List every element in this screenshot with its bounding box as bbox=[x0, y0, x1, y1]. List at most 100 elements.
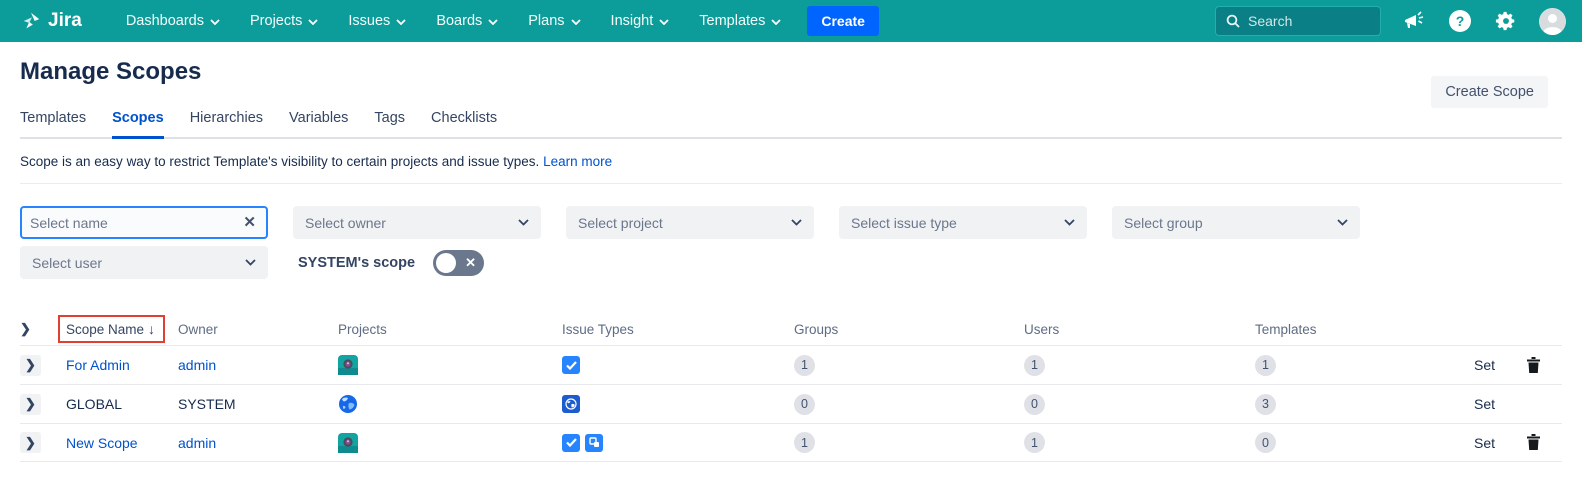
row-expand-chevron[interactable]: ❯ bbox=[20, 394, 41, 415]
announcement-icon[interactable] bbox=[1401, 8, 1427, 34]
column-owner[interactable]: Owner bbox=[178, 322, 338, 337]
tab-tags[interactable]: Tags bbox=[374, 110, 405, 139]
sort-descending-icon: ↓ bbox=[148, 321, 155, 337]
nav-projects[interactable]: Projects bbox=[250, 13, 318, 29]
column-projects: Projects bbox=[338, 322, 562, 337]
scope-description: Scope is an easy way to restrict Templat… bbox=[20, 139, 1562, 184]
jira-logo-icon bbox=[20, 10, 42, 32]
filter-row-2: Select user SYSTEM's scope ✕ bbox=[20, 246, 1562, 279]
owner-text: SYSTEM bbox=[178, 396, 236, 412]
svg-text:?: ? bbox=[1456, 13, 1465, 29]
create-button[interactable]: Create bbox=[807, 6, 879, 36]
toggle-knob bbox=[436, 253, 456, 273]
select-user-dropdown[interactable]: Select user bbox=[20, 246, 268, 279]
set-link[interactable]: Set bbox=[1474, 396, 1495, 412]
chevron-down-icon bbox=[1337, 219, 1348, 226]
tab-variables[interactable]: Variables bbox=[289, 110, 348, 139]
create-scope-button[interactable]: Create Scope bbox=[1431, 76, 1548, 108]
select-issue-type-dropdown[interactable]: Select issue type bbox=[839, 206, 1087, 239]
chevron-down-icon bbox=[659, 19, 669, 25]
tab-scopes[interactable]: Scopes bbox=[112, 110, 164, 139]
owner-link[interactable]: admin bbox=[178, 357, 216, 373]
jira-logo[interactable]: Jira bbox=[20, 10, 82, 32]
delete-trash-icon[interactable] bbox=[1526, 357, 1541, 374]
chevron-down-icon bbox=[245, 259, 256, 266]
system-scope-filter: SYSTEM's scope ✕ bbox=[298, 250, 484, 276]
nav-templates[interactable]: Templates bbox=[699, 13, 781, 29]
clear-icon[interactable]: ✕ bbox=[243, 215, 256, 230]
user-avatar[interactable] bbox=[1539, 8, 1566, 35]
settings-gear-icon[interactable] bbox=[1493, 8, 1519, 34]
chevron-down-icon bbox=[396, 19, 406, 25]
row-expand-chevron[interactable]: ❯ bbox=[20, 432, 41, 453]
globe-project-icon bbox=[338, 394, 358, 414]
top-navigation: Jira Dashboards Projects Issues Boards P… bbox=[0, 0, 1582, 42]
nav-right-group: ? bbox=[1215, 6, 1566, 36]
annotation-highlight-box: Scope Name ↓ bbox=[58, 315, 165, 343]
scope-name-text: GLOBAL bbox=[66, 396, 122, 412]
chevron-down-icon bbox=[771, 19, 781, 25]
select-owner-dropdown[interactable]: Select owner bbox=[293, 206, 541, 239]
scopes-table: ❯ Scope Name ↓ Owner Projects Issue Type… bbox=[20, 313, 1562, 462]
system-scope-label: SYSTEM's scope bbox=[298, 255, 415, 271]
chevron-down-icon bbox=[571, 19, 581, 25]
filter-row-1: ✕ Select owner Select project Select iss… bbox=[20, 206, 1562, 239]
users-count-badge: 0 bbox=[1024, 394, 1045, 415]
delete-trash-icon[interactable] bbox=[1526, 434, 1541, 451]
page-content: Manage Scopes Templates Scopes Hierarchi… bbox=[0, 42, 1582, 462]
column-groups: Groups bbox=[794, 322, 1024, 337]
search-box[interactable] bbox=[1215, 6, 1381, 36]
learn-more-link[interactable]: Learn more bbox=[543, 154, 612, 169]
select-group-dropdown[interactable]: Select group bbox=[1112, 206, 1360, 239]
chevron-down-icon bbox=[791, 219, 802, 226]
global-issue-type-icon bbox=[562, 395, 580, 413]
chevron-down-icon bbox=[1064, 219, 1075, 226]
chevron-down-icon bbox=[210, 19, 220, 25]
templates-count-badge: 1 bbox=[1255, 355, 1276, 376]
chevron-down-icon bbox=[488, 19, 498, 25]
subtask-issue-type-icon bbox=[585, 434, 603, 452]
column-scope-name[interactable]: Scope Name ↓ bbox=[66, 315, 178, 343]
search-input[interactable] bbox=[1248, 13, 1358, 29]
templates-count-badge: 0 bbox=[1255, 432, 1276, 453]
nav-plans[interactable]: Plans bbox=[528, 13, 580, 29]
project-avatar-icon bbox=[338, 355, 358, 375]
set-link[interactable]: Set bbox=[1474, 357, 1495, 373]
expand-all-chevron[interactable]: ❯ bbox=[20, 321, 31, 337]
select-name-input[interactable] bbox=[30, 215, 243, 231]
tab-checklists[interactable]: Checklists bbox=[431, 110, 497, 139]
nav-dashboards[interactable]: Dashboards bbox=[126, 13, 220, 29]
groups-count-badge: 0 bbox=[794, 394, 815, 415]
chevron-down-icon bbox=[308, 19, 318, 25]
table-row: ❯ GLOBAL SYSTEM 0 0 3 Set bbox=[20, 384, 1562, 423]
users-count-badge: 1 bbox=[1024, 432, 1045, 453]
nav-insight[interactable]: Insight bbox=[611, 13, 670, 29]
help-icon[interactable]: ? bbox=[1447, 8, 1473, 34]
task-issue-type-icon bbox=[562, 356, 580, 374]
table-row: ❯ For Admin admin 1 1 1 Set bbox=[20, 345, 1562, 384]
page-title: Manage Scopes bbox=[20, 58, 1562, 86]
jira-logo-text: Jira bbox=[48, 10, 82, 32]
owner-link[interactable]: admin bbox=[178, 435, 216, 451]
column-issue-types: Issue Types bbox=[562, 322, 794, 337]
system-scope-toggle[interactable]: ✕ bbox=[433, 250, 484, 276]
select-project-dropdown[interactable]: Select project bbox=[566, 206, 814, 239]
table-header-row: ❯ Scope Name ↓ Owner Projects Issue Type… bbox=[20, 313, 1562, 345]
scope-name-link[interactable]: For Admin bbox=[66, 357, 130, 373]
chevron-down-icon bbox=[518, 219, 529, 226]
scope-name-link[interactable]: New Scope bbox=[66, 435, 138, 451]
main-menu: Dashboards Projects Issues Boards Plans … bbox=[126, 13, 782, 29]
tab-templates[interactable]: Templates bbox=[20, 110, 86, 139]
column-users: Users bbox=[1024, 322, 1255, 337]
select-name-field: ✕ bbox=[20, 206, 268, 239]
groups-count-badge: 1 bbox=[794, 432, 815, 453]
nav-issues[interactable]: Issues bbox=[348, 13, 406, 29]
set-link[interactable]: Set bbox=[1474, 435, 1495, 451]
tab-hierarchies[interactable]: Hierarchies bbox=[190, 110, 263, 139]
groups-count-badge: 1 bbox=[794, 355, 815, 376]
nav-boards[interactable]: Boards bbox=[436, 13, 498, 29]
search-icon bbox=[1226, 14, 1240, 28]
tabs-bar: Templates Scopes Hierarchies Variables T… bbox=[20, 110, 1562, 139]
row-expand-chevron[interactable]: ❯ bbox=[20, 355, 41, 376]
filters-section: ✕ Select owner Select project Select iss… bbox=[20, 206, 1562, 279]
